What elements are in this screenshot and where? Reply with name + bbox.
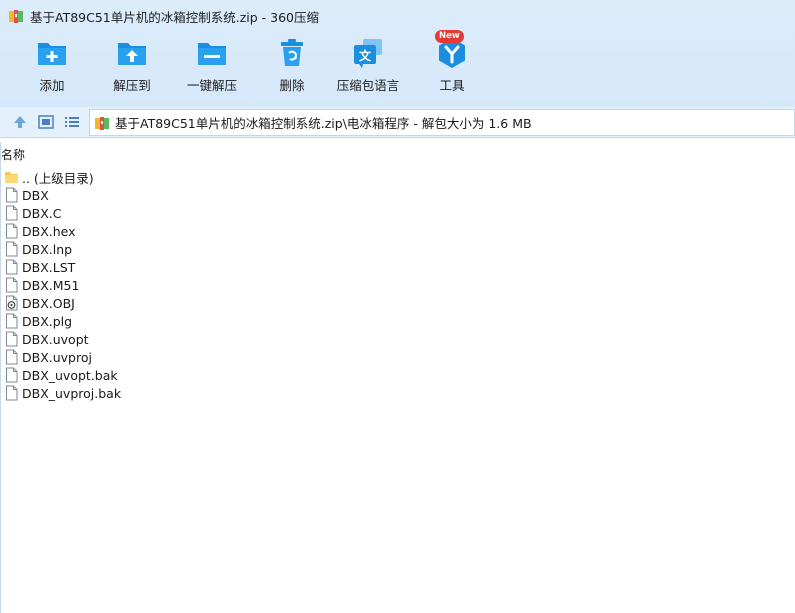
toolbar: 添加 解压到 一键解压 删除 文 压缩包语言 New 工具: [0, 30, 795, 102]
folder-icon: [4, 169, 19, 185]
file-icon: [4, 223, 19, 239]
translate-icon: 文: [354, 39, 382, 68]
archive-icon: [95, 116, 109, 130]
language-pack-label: 压缩包语言: [336, 78, 400, 93]
file-row[interactable]: DBX: [4, 186, 121, 204]
window-title: 基于AT89C51单片机的冰箱控制系统.zip - 360压缩: [30, 9, 320, 25]
file-name: DBX.hex: [22, 223, 76, 239]
svg-text:文: 文: [359, 48, 372, 63]
tools-label: 工具: [439, 78, 465, 93]
add-button[interactable]: 添加: [16, 36, 88, 98]
file-row[interactable]: DBX.M51: [4, 276, 121, 294]
file-name: DBX_uvproj.bak: [22, 385, 122, 401]
file-name: DBX_uvopt.bak: [22, 367, 118, 383]
archive-app-icon: [9, 10, 23, 23]
file-icon: [4, 187, 19, 203]
column-header-name[interactable]: 名称: [1, 146, 121, 164]
window-chrome: 基于AT89C51单片机的冰箱控制系统.zip - 360压缩 添加 解压到 一…: [0, 0, 795, 107]
app-window: 基于AT89C51单片机的冰箱控制系统.zip - 360压缩 添加 解压到 一…: [0, 0, 795, 613]
up-arrow-icon[interactable]: [11, 113, 29, 131]
extract-to-label: 解压到: [113, 78, 151, 93]
file-row[interactable]: DBX.C: [4, 204, 121, 222]
file-icon: [4, 349, 19, 365]
one-click-extract-icon: [198, 43, 226, 65]
file-name: DBX.uvproj: [22, 349, 92, 365]
tools-button[interactable]: New 工具: [416, 30, 488, 98]
add-folder-icon: [38, 43, 66, 65]
file-row[interactable]: DBX.LST: [4, 258, 121, 276]
file-name: DBX.lnp: [22, 241, 73, 257]
file-row[interactable]: DBX.uvopt: [4, 330, 121, 348]
file-name: DBX.LST: [22, 259, 76, 275]
address-path: 基于AT89C51单片机的冰箱控制系统.zip\电冰箱程序 - 解包大小为 1.…: [115, 116, 532, 131]
title-bar: 基于AT89C51单片机的冰箱控制系统.zip - 360压缩: [0, 0, 795, 32]
file-name: .. (上级目录): [22, 170, 94, 186]
file-name: DBX.M51: [22, 277, 80, 293]
file-list: .. (上级目录) DBX DBX.C DBX.hex DBX.lnp DBX.LST DB…: [4, 168, 121, 402]
file-icon: [4, 385, 19, 401]
extract-to-button[interactable]: 解压到: [96, 36, 168, 98]
file-icon: [4, 367, 19, 383]
file-list-pane: 名称 .. (上级目录) DBX DBX.C DBX.hex DBX.lnp DBX.LS…: [0, 142, 795, 613]
extract-folder-icon: [118, 43, 146, 65]
file-icon: [4, 331, 19, 347]
file-row[interactable]: DBX.plg: [4, 312, 121, 330]
file-name: DBX.uvopt: [22, 331, 89, 347]
language-pack-button[interactable]: 文 压缩包语言: [332, 36, 404, 98]
thumbnail-view-icon[interactable]: [37, 113, 55, 131]
list-view-icon[interactable]: [63, 113, 81, 131]
file-row[interactable]: DBX_uvproj.bak: [4, 384, 121, 402]
add-label: 添加: [39, 78, 65, 93]
navigation-bar: 基于AT89C51单片机的冰箱控制系统.zip\电冰箱程序 - 解包大小为 1.…: [0, 107, 795, 138]
file-icon: [4, 241, 19, 257]
file-icon: [4, 205, 19, 221]
file-row[interactable]: DBX.OBJ: [4, 294, 121, 312]
file-row[interactable]: .. (上级目录): [4, 168, 121, 186]
file-icon: [4, 313, 19, 329]
file-name: DBX.OBJ: [22, 295, 75, 311]
address-bar[interactable]: 基于AT89C51单片机的冰箱控制系统.zip\电冰箱程序 - 解包大小为 1.…: [89, 109, 795, 136]
file-row[interactable]: DBX_uvopt.bak: [4, 366, 121, 384]
file-name: DBX.plg: [22, 313, 73, 329]
trash-icon: [281, 39, 303, 66]
file-name: DBX: [22, 187, 49, 203]
file-name: DBX.C: [22, 205, 62, 221]
file-row[interactable]: DBX.lnp: [4, 240, 121, 258]
delete-button[interactable]: 删除: [256, 36, 328, 98]
file-row[interactable]: DBX.uvproj: [4, 348, 121, 366]
one-click-extract-button[interactable]: 一键解压: [176, 36, 248, 98]
one-click-extract-label: 一键解压: [186, 78, 237, 93]
obj-file-icon: [4, 295, 19, 311]
delete-label: 删除: [279, 78, 305, 93]
file-icon: [4, 259, 19, 275]
new-badge: New: [435, 30, 464, 43]
file-icon: [4, 277, 19, 293]
file-row[interactable]: DBX.hex: [4, 222, 121, 240]
